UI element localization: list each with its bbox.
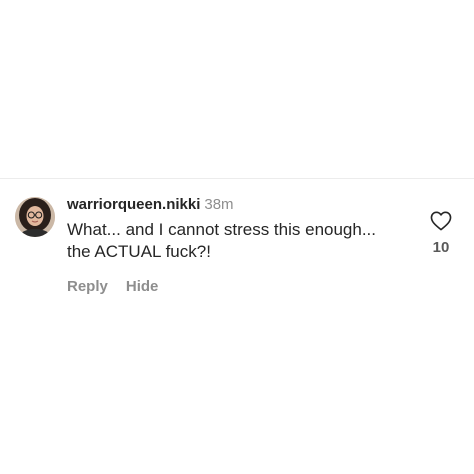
comment-text-line: the ACTUAL fuck?! [67,242,211,261]
avatar-image [15,197,55,237]
hide-button[interactable]: Hide [126,278,159,295]
comment-body: warriorqueen.nikki 38m What... and I cann… [67,194,412,297]
like-count: 10 [432,239,450,256]
comment-text: What... and I cannot stress this enough.… [67,219,412,263]
like-section: 10 [424,211,458,256]
reply-button[interactable]: Reply [67,278,108,295]
comment-header: warriorqueen.nikki 38m [67,194,412,216]
avatar[interactable] [15,197,55,237]
username[interactable]: warriorqueen.nikki [67,196,200,213]
timestamp: 38m [204,196,234,213]
comment-item: warriorqueen.nikki 38m What... and I cann… [0,179,474,299]
heart-outline-icon[interactable] [430,211,452,231]
comment-actions: Reply Hide [67,277,412,297]
comment-text-line: What... and I cannot stress this enough.… [67,220,377,239]
